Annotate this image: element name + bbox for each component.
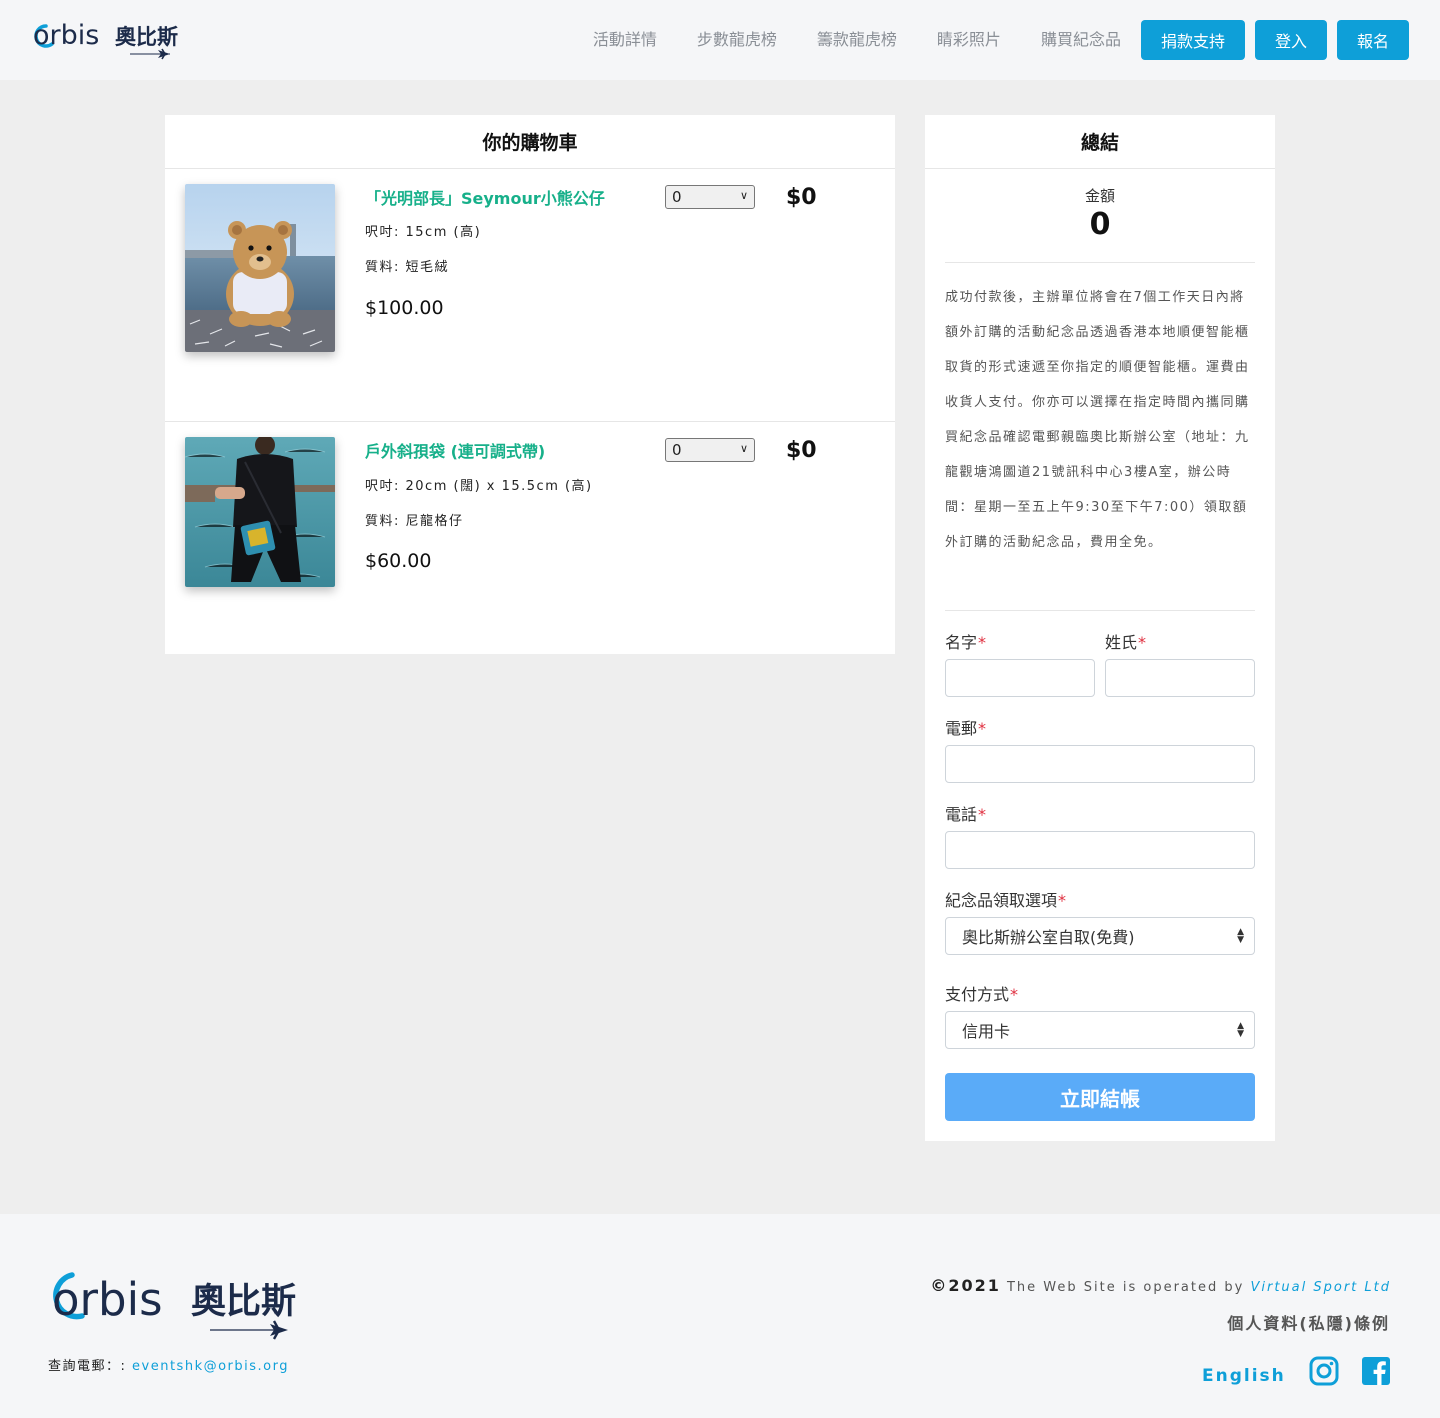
crossbody-bag-photo[interactable] <box>185 437 335 587</box>
product-price: $60.00 <box>365 550 432 572</box>
cart-title: 你的購物車 <box>165 115 895 169</box>
chevron-down-icon: ∨ <box>739 189 748 202</box>
quantity-value: 0 <box>672 188 682 206</box>
donate-button[interactable]: 捐款支持 <box>1140 20 1245 60</box>
first-name-input[interactable] <box>945 659 1095 697</box>
amount-label: 金額 <box>1084 187 1115 205</box>
order-summary-panel: 總結 金額 0 成功付款後，主辦單位將會在7個工作天日內將額外訂購的活動紀念品透… <box>925 115 1275 1141</box>
register-button[interactable]: 報名 <box>1336 20 1409 60</box>
nav-event-details[interactable]: 活動詳情 <box>593 20 657 60</box>
teddy-bear-photo[interactable] <box>185 184 335 352</box>
quantity-select[interactable]: 0 ∨ <box>665 438 755 462</box>
main-nav: 活動詳情 步數龍虎榜 籌款龍虎榜 睛彩照片 購買紀念品 捐款支持 登入 報名 <box>593 20 1409 60</box>
orbis-logo[interactable]: orbis 奧比斯 <box>32 16 182 64</box>
cart-item: 戶外斜孭袋 (連可調式帶) 呎吋: 20cm (闊) x 15.5cm (高) … <box>165 421 895 673</box>
operator-link[interactable]: Virtual Sport Ltd <box>1250 1280 1391 1295</box>
facebook-icon[interactable] <box>1361 1356 1391 1386</box>
quantity-select[interactable]: 0 ∨ <box>665 185 755 209</box>
privacy-policy-link[interactable]: 個人資料(私隱)條例 <box>1227 1310 1390 1334</box>
nav-fundraising-leaderboard[interactable]: 籌款龍虎榜 <box>817 20 897 60</box>
amount-value: 0 <box>1089 207 1111 242</box>
instagram-icon[interactable] <box>1309 1356 1339 1386</box>
last-name-input[interactable] <box>1105 659 1255 697</box>
nav-steps-leaderboard[interactable]: 步數龍虎榜 <box>697 20 777 60</box>
divider <box>945 262 1255 263</box>
pickup-label: 紀念品領取選項* <box>945 891 1067 910</box>
email-label: 電郵* <box>945 719 987 738</box>
product-name[interactable]: 「光明部長」Seymour小熊公仔 <box>365 185 605 209</box>
site-footer: orbis 奧比斯 查詢電郵：: eventshk@orbis.org ©202… <box>0 1214 1440 1418</box>
product-size: 呎吋: 15cm (高) <box>365 225 482 240</box>
delivery-notice: 成功付款後，主辦單位將會在7個工作天日內將額外訂購的活動紀念品透過香港本地順便智… <box>945 290 1250 550</box>
contact-email-link[interactable]: eventshk@orbis.org <box>132 1359 289 1374</box>
shopping-cart-panel: 你的購物車 「光明部長」Seymour小熊公仔 呎吋: 15cm (高) 質料:… <box>165 115 895 654</box>
svg-text:orbis: orbis <box>33 20 99 51</box>
payment-value: 信用卡 <box>962 1022 1011 1041</box>
first-name-label: 名字* <box>945 633 987 652</box>
nav-buy-souvenirs[interactable]: 購買紀念品 <box>1041 20 1121 60</box>
cart-item: 「光明部長」Seymour小熊公仔 呎吋: 15cm (高) 質料: 短毛絨 $… <box>165 169 895 421</box>
chevron-down-icon: ∨ <box>739 442 748 455</box>
email-input[interactable] <box>945 745 1255 783</box>
divider <box>945 610 1255 611</box>
quantity-value: 0 <box>672 441 682 459</box>
nav-photos[interactable]: 睛彩照片 <box>937 20 1001 60</box>
product-size: 呎吋: 20cm (闊) x 15.5cm (高) <box>365 479 593 494</box>
updown-arrows-icon: ▲ ▼ <box>1237 927 1244 945</box>
line-total: $0 <box>786 438 817 463</box>
pickup-select[interactable]: 奧比斯辦公室自取(免費) ▲ ▼ <box>945 917 1255 955</box>
contact-email: 查詢電郵：: eventshk@orbis.org <box>48 1359 289 1374</box>
phone-label: 電話* <box>945 805 987 824</box>
last-name-label: 姓氏* <box>1105 633 1147 652</box>
payment-label: 支付方式* <box>945 985 1019 1004</box>
product-name[interactable]: 戶外斜孭袋 (連可調式帶) <box>365 438 545 462</box>
svg-text:orbis: orbis <box>52 1273 163 1326</box>
svg-text:奧比斯: 奧比斯 <box>115 25 178 49</box>
product-material: 質料: 短毛絨 <box>365 260 450 275</box>
copyright: ©2021 The Web Site is operated by Virtua… <box>930 1276 1391 1295</box>
product-price: $100.00 <box>365 297 444 319</box>
updown-arrows-icon: ▲ ▼ <box>1237 1021 1244 1039</box>
site-header: orbis 奧比斯 活動詳情 步數龍虎榜 籌款龍虎榜 睛彩照片 購買紀念品 捐款… <box>0 0 1440 80</box>
svg-text:奧比斯: 奧比斯 <box>191 1282 296 1322</box>
pickup-value: 奧比斯辦公室自取(免費) <box>962 928 1135 947</box>
product-material: 質料: 尼龍格仔 <box>365 514 464 529</box>
summary-title: 總結 <box>925 115 1275 169</box>
language-switch[interactable]: English <box>1202 1366 1286 1386</box>
payment-select[interactable]: 信用卡 ▲ ▼ <box>945 1011 1255 1049</box>
phone-input[interactable] <box>945 831 1255 869</box>
checkout-button[interactable]: 立即結帳 <box>945 1073 1255 1121</box>
login-button[interactable]: 登入 <box>1254 20 1327 60</box>
orbis-logo[interactable]: orbis 奧比斯 <box>50 1269 300 1349</box>
line-total: $0 <box>786 185 817 210</box>
